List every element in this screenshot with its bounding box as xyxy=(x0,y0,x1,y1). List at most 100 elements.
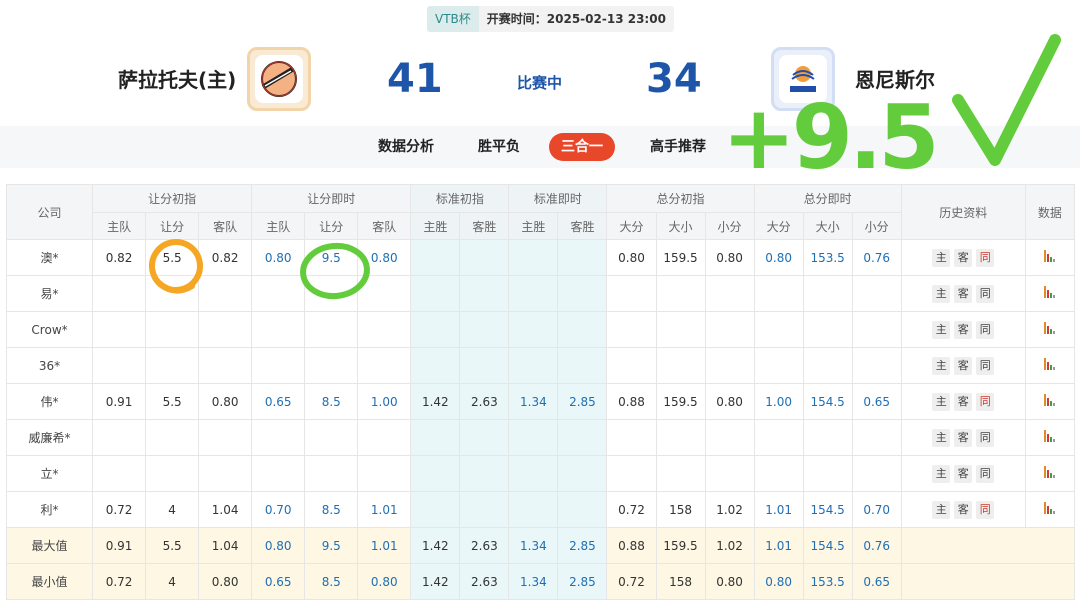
history-same-button[interactable]: 同 xyxy=(976,392,995,411)
bar-chart-icon[interactable] xyxy=(1044,394,1056,406)
sub-over: 大分 xyxy=(606,212,657,240)
tab-expert-picks[interactable]: 高手推荐 xyxy=(638,133,718,161)
col-data: 数据 xyxy=(1024,184,1076,240)
total-live-cell: 1.01 xyxy=(753,491,804,528)
table-row[interactable]: 立* 主客同 xyxy=(5,455,1076,492)
sub-home-win: 主胜 xyxy=(410,212,461,240)
history-away-button[interactable]: 客 xyxy=(954,356,973,375)
history-same-button[interactable]: 同 xyxy=(976,428,995,447)
history-home-button[interactable]: 主 xyxy=(932,248,951,267)
total-live-cell xyxy=(753,455,804,492)
handicap-initial-cell: 0.72 xyxy=(92,563,147,600)
bar-chart-icon[interactable] xyxy=(1044,502,1056,514)
history-cell: 主客同 xyxy=(900,239,1026,276)
bar-chart-icon[interactable] xyxy=(1044,358,1056,370)
handicap-live-cell: 9.5 xyxy=(304,239,359,276)
standard-initial-cell xyxy=(459,419,510,456)
history-home-button[interactable]: 主 xyxy=(932,320,951,339)
standard-live-cell: 2.85 xyxy=(557,527,608,564)
standard-live-cell xyxy=(557,275,608,312)
total-initial-cell xyxy=(655,311,706,348)
total-initial-cell: 0.80 xyxy=(704,239,755,276)
total-initial-cell xyxy=(655,275,706,312)
home-team-logo[interactable] xyxy=(247,47,311,111)
history-same-button[interactable]: 同 xyxy=(976,356,995,375)
history-same-button[interactable]: 同 xyxy=(976,320,995,339)
history-home-button[interactable]: 主 xyxy=(932,284,951,303)
standard-initial-cell xyxy=(410,239,461,276)
handicap-initial-cell: 0.91 xyxy=(92,527,147,564)
handicap-initial-cell: 0.80 xyxy=(198,563,253,600)
col-handicap-initial: 让分初指 xyxy=(92,184,253,213)
handicap-initial-cell: 4 xyxy=(145,563,200,600)
total-initial-cell: 159.5 xyxy=(655,239,706,276)
handicap-initial-cell xyxy=(92,347,147,384)
away-score: 34 xyxy=(646,56,702,102)
handicap-live-cell xyxy=(251,419,306,456)
history-same-button[interactable]: 同 xyxy=(976,284,995,303)
total-initial-cell xyxy=(655,455,706,492)
start-time: 开赛时间：2025-02-13 23:00 xyxy=(478,6,674,32)
table-row[interactable]: 易* 主客同 xyxy=(5,275,1076,312)
history-same-button[interactable]: 同 xyxy=(976,248,995,267)
history-away-button[interactable]: 客 xyxy=(954,284,973,303)
standard-live-cell xyxy=(508,311,559,348)
total-initial-cell xyxy=(704,275,755,312)
bar-chart-icon[interactable] xyxy=(1044,286,1056,298)
sub-under: 小分 xyxy=(704,212,755,240)
standard-initial-cell xyxy=(459,491,510,528)
odds-table-body: 澳* 0.82 5.5 0.82 0.80 9.5 0.80 0.80 159.5 0.80 0.8… xyxy=(5,239,1076,600)
sub-home-win: 主胜 xyxy=(508,212,559,240)
standard-initial-cell xyxy=(459,275,510,312)
sub-away: 客队 xyxy=(357,212,412,240)
history-away-button[interactable]: 客 xyxy=(954,248,973,267)
bar-chart-icon[interactable] xyxy=(1044,430,1056,442)
history-home-button[interactable]: 主 xyxy=(932,464,951,483)
data-cell xyxy=(1024,311,1076,348)
total-initial-cell xyxy=(655,347,706,384)
standard-live-cell xyxy=(557,455,608,492)
total-initial-cell: 158 xyxy=(655,563,706,600)
history-away-button[interactable]: 客 xyxy=(954,320,973,339)
bar-chart-icon[interactable] xyxy=(1044,466,1056,478)
history-away-button[interactable]: 客 xyxy=(954,464,973,483)
history-home-button[interactable]: 主 xyxy=(932,356,951,375)
bar-chart-icon[interactable] xyxy=(1044,250,1056,262)
total-initial-cell: 158 xyxy=(655,491,706,528)
handicap-live-cell: 0.65 xyxy=(251,563,306,600)
total-initial-cell: 159.5 xyxy=(655,383,706,420)
history-away-button[interactable]: 客 xyxy=(954,500,973,519)
history-same-button[interactable]: 同 xyxy=(976,500,995,519)
table-row[interactable]: 伟* 0.91 5.5 0.80 0.65 8.5 1.00 1.42 2.63 1.34 2.85… xyxy=(5,383,1076,420)
history-away-button[interactable]: 客 xyxy=(954,428,973,447)
tab-win-draw-lose[interactable]: 胜平负 xyxy=(466,133,532,161)
total-initial-cell xyxy=(606,347,657,384)
handicap-live-cell xyxy=(357,347,412,384)
history-same-button[interactable]: 同 xyxy=(976,464,995,483)
history-home-button[interactable]: 主 xyxy=(932,500,951,519)
table-row[interactable]: 威廉希* 主客同 xyxy=(5,419,1076,456)
data-cell xyxy=(1024,383,1076,420)
standard-live-cell xyxy=(508,419,559,456)
total-live-cell xyxy=(851,419,902,456)
history-home-button[interactable]: 主 xyxy=(932,392,951,411)
handicap-initial-cell: 0.72 xyxy=(92,491,147,528)
tab-three-in-one[interactable]: 三合一 xyxy=(549,133,615,161)
total-live-cell xyxy=(753,275,804,312)
col-handicap-live: 让分即时 xyxy=(251,184,412,213)
history-home-button[interactable]: 主 xyxy=(932,428,951,447)
table-row[interactable]: 36* 主客同 xyxy=(5,347,1076,384)
table-row[interactable]: Crow* 主客同 xyxy=(5,311,1076,348)
table-row[interactable]: 利* 0.72 4 1.04 0.70 8.5 1.01 0.72 158 1.02 1.01 154… xyxy=(5,491,1076,528)
company-name: 易* xyxy=(5,275,94,312)
handicap-live-cell xyxy=(304,347,359,384)
standard-initial-cell: 1.42 xyxy=(410,527,461,564)
handicap-initial-cell xyxy=(198,275,253,312)
standard-initial-cell xyxy=(410,347,461,384)
bar-chart-icon[interactable] xyxy=(1044,322,1056,334)
home-team-name[interactable]: 萨拉托夫(主) xyxy=(118,64,236,93)
handicap-initial-cell xyxy=(92,419,147,456)
history-away-button[interactable]: 客 xyxy=(954,392,973,411)
table-row[interactable]: 澳* 0.82 5.5 0.82 0.80 9.5 0.80 0.80 159.5 0.80 0.8… xyxy=(5,239,1076,276)
tab-data-analysis[interactable]: 数据分析 xyxy=(366,133,446,161)
